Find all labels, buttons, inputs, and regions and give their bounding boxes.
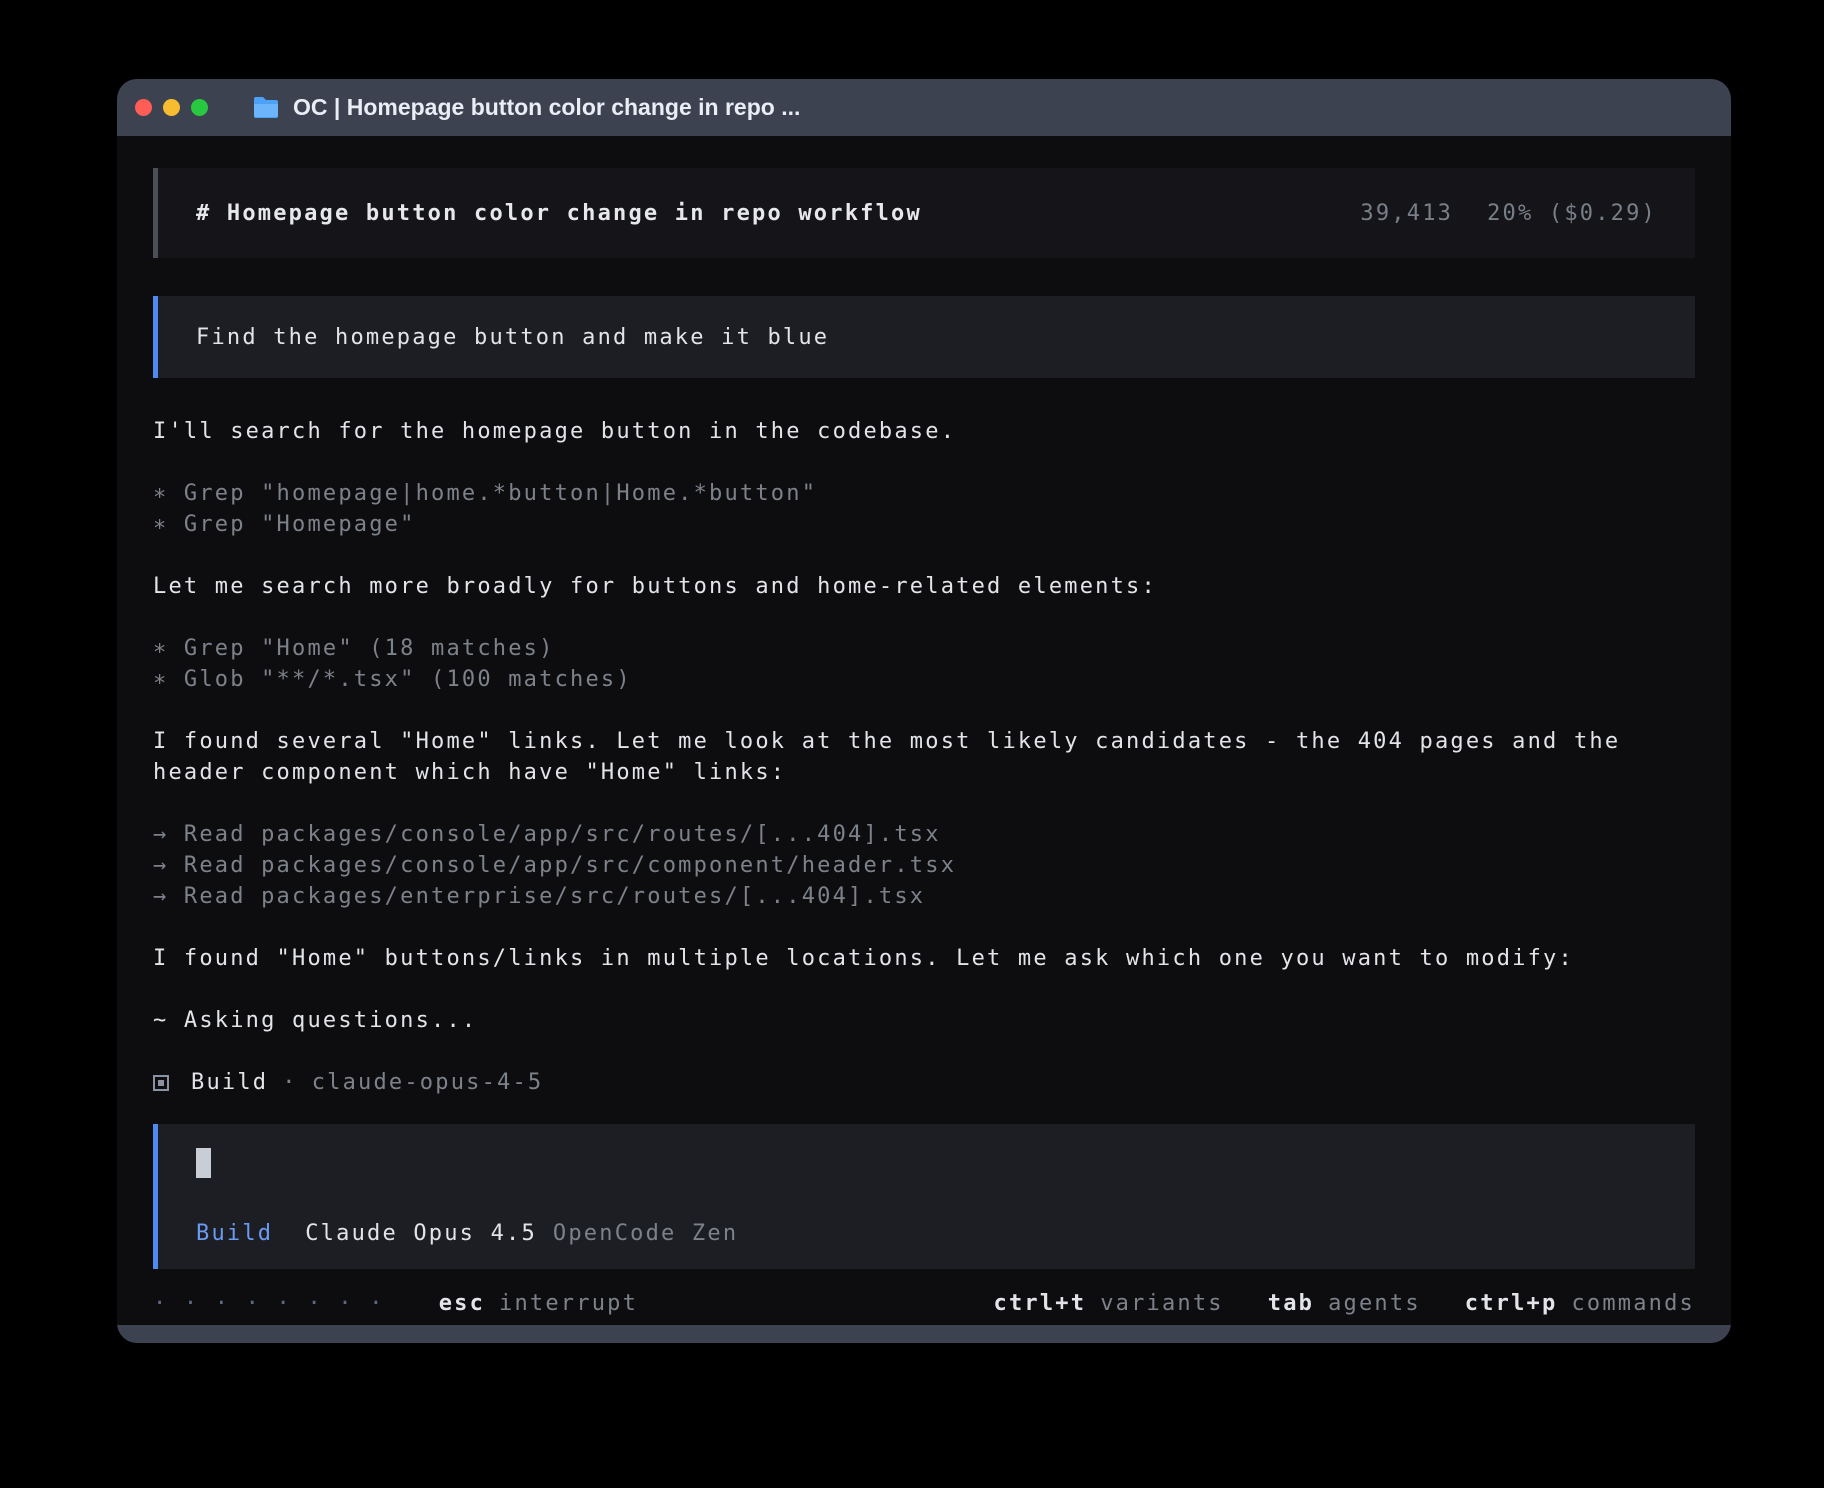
agent-separator: ·	[282, 1067, 297, 1098]
session-header: # Homepage button color change in repo w…	[153, 168, 1695, 258]
status-left: · · · · · · · · esc interrupt	[153, 1288, 638, 1319]
titlebar[interactable]: OC | Homepage button color change in rep…	[117, 79, 1731, 136]
agent-model: claude-opus-4-5	[312, 1067, 544, 1098]
session-stats: 39,413 20% ($0.29)	[1360, 198, 1657, 229]
input-model-label: Claude Opus 4.5	[305, 1218, 537, 1249]
shortcut-label: agents	[1328, 1288, 1421, 1319]
tool-call-read: → Read packages/enterprise/src/routes/[.…	[153, 881, 1695, 912]
shortcut-label: variants	[1100, 1288, 1224, 1319]
window-title-group: OC | Homepage button color change in rep…	[252, 94, 800, 121]
agent-name: Build	[191, 1067, 268, 1098]
input-provider-label: OpenCode Zen	[553, 1218, 738, 1249]
prompt-input[interactable]: Build Claude Opus 4.5 OpenCode Zen	[153, 1124, 1695, 1269]
shortcut-variants: ctrl+t variants	[994, 1288, 1224, 1319]
agent-status-line: Build · claude-opus-4-5	[153, 1067, 1695, 1098]
status-bar: · · · · · · · · esc interrupt ctrl+t var…	[153, 1283, 1695, 1323]
shortcut-commands: ctrl+p commands	[1465, 1288, 1695, 1319]
status-text: ~ Asking questions...	[153, 1005, 1695, 1036]
assistant-text: I'll search for the homepage button in t…	[153, 416, 1695, 447]
terminal-window: OC | Homepage button color change in rep…	[117, 79, 1731, 1343]
tool-call-grep: ∗ Grep "Homepage"	[153, 509, 1695, 540]
shortcut-key: tab	[1268, 1288, 1314, 1319]
folder-icon	[252, 96, 280, 119]
tool-call-glob: ∗ Glob "**/*.tsx" (100 matches)	[153, 664, 1695, 695]
shortcut-label: commands	[1571, 1288, 1695, 1319]
shortcut-key: ctrl+p	[1465, 1288, 1558, 1319]
conversation: I'll search for the homepage button in t…	[153, 416, 1695, 1098]
minimize-button[interactable]	[163, 99, 180, 116]
agent-icon	[153, 1075, 169, 1091]
traffic-lights	[135, 99, 208, 116]
input-meta: Build Claude Opus 4.5 OpenCode Zen	[196, 1218, 738, 1249]
tool-call-grep: ∗ Grep "Home" (18 matches)	[153, 633, 1695, 664]
token-count: 39,413	[1360, 198, 1453, 229]
context-usage: 20% ($0.29)	[1487, 198, 1657, 229]
input-mode-label: Build	[196, 1218, 273, 1249]
assistant-text: I found several "Home" links. Let me loo…	[153, 726, 1695, 788]
session-title: # Homepage button color change in repo w…	[196, 198, 922, 229]
terminal-content: # Homepage button color change in repo w…	[117, 136, 1731, 1325]
tool-call-read: → Read packages/console/app/src/routes/[…	[153, 819, 1695, 850]
esc-shortcut: esc interrupt	[439, 1288, 638, 1319]
assistant-text: I found "Home" buttons/links in multiple…	[153, 943, 1695, 974]
status-right: ctrl+t variants tab agents ctrl+p comman…	[994, 1288, 1695, 1319]
user-message-text: Find the homepage button and make it blu…	[196, 322, 829, 353]
tool-call-read: → Read packages/console/app/src/componen…	[153, 850, 1695, 881]
assistant-text: Let me search more broadly for buttons a…	[153, 571, 1695, 602]
text-cursor	[196, 1148, 211, 1178]
spinner: · · · · · · · ·	[153, 1288, 385, 1319]
close-button[interactable]	[135, 99, 152, 116]
shortcut-agents: tab agents	[1268, 1288, 1421, 1319]
shortcut-key: ctrl+t	[994, 1288, 1087, 1319]
esc-label: interrupt	[499, 1288, 638, 1319]
user-message-block: Find the homepage button and make it blu…	[153, 296, 1695, 378]
tool-call-grep: ∗ Grep "homepage|home.*button|Home.*butt…	[153, 478, 1695, 509]
esc-key: esc	[439, 1288, 485, 1319]
window-title: OC | Homepage button color change in rep…	[293, 94, 800, 121]
zoom-button[interactable]	[191, 99, 208, 116]
